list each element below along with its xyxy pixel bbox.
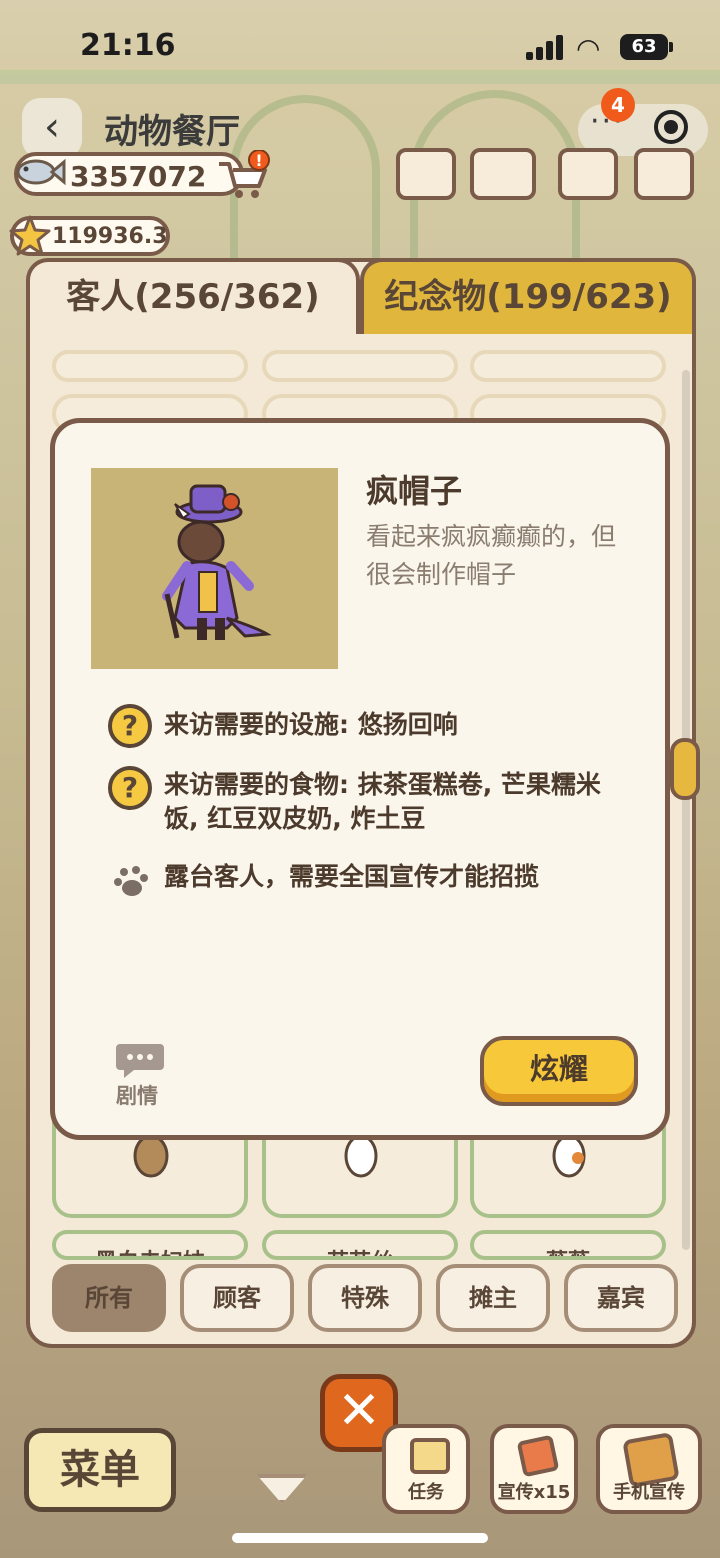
phone-promo-button[interactable]: 手机宣传 bbox=[596, 1424, 702, 1514]
guest-card-name: 薇薇 bbox=[474, 1244, 662, 1256]
promo-label: 宣传x15 bbox=[497, 1482, 571, 1503]
guest-card-name: 黑白夫妇妹 bbox=[56, 1244, 244, 1256]
phone-promo-label: 手机宣传 bbox=[613, 1482, 685, 1503]
question-icon: ? bbox=[108, 704, 152, 748]
promo-card-icon bbox=[516, 1434, 560, 1478]
signal-icon bbox=[526, 34, 566, 60]
scrollbar-track[interactable] bbox=[682, 370, 690, 1250]
book-icon[interactable] bbox=[470, 148, 536, 200]
chevron-left-icon: ‹ bbox=[44, 104, 60, 150]
app-title: 动物餐厅 bbox=[104, 112, 240, 152]
facility-requirement: 来访需要的设施: 悠扬回响 bbox=[164, 710, 458, 739]
map-icon[interactable] bbox=[634, 148, 694, 200]
guest-card[interactable]: 苏苏丝 bbox=[262, 1230, 458, 1260]
star-currency[interactable]: 119936.3 bbox=[9, 215, 170, 256]
filter-guests-of-honor[interactable]: 嘉宾 bbox=[564, 1264, 678, 1332]
guest-card[interactable]: 黑白夫妇妹 bbox=[52, 1230, 248, 1260]
battery-icon: 63 bbox=[620, 34, 673, 60]
food-requirement: 来访需要的食物: 抹茶蛋糕卷, 芒果糯米饭, 红豆双皮奶, 炸土豆 bbox=[164, 770, 601, 833]
filter-all[interactable]: 所有 bbox=[52, 1264, 166, 1332]
star-amount: 119936.3 bbox=[52, 224, 168, 249]
status-time: 21:16 bbox=[80, 28, 176, 63]
svg-text:!: ! bbox=[255, 151, 262, 170]
question-icon: ? bbox=[108, 766, 152, 810]
fish-amount: 3357072 bbox=[70, 160, 207, 193]
mad-hatter-illustration bbox=[162, 484, 272, 640]
guest-card-name: 苏苏丝 bbox=[266, 1244, 454, 1256]
guest-card[interactable]: 薇薇 bbox=[470, 1230, 666, 1260]
filter-special[interactable]: 特殊 bbox=[308, 1264, 422, 1332]
back-button[interactable]: ‹ bbox=[22, 98, 82, 158]
task-label: 任务 bbox=[408, 1482, 444, 1503]
scrollbar-thumb[interactable] bbox=[670, 738, 700, 800]
tab-souvenirs[interactable]: 纪念物(199/623) bbox=[360, 258, 696, 334]
menu-button[interactable]: 菜单 bbox=[24, 1428, 176, 1512]
story-label[interactable]: 剧情 bbox=[116, 1080, 158, 1110]
guest-name: 疯帽子 bbox=[366, 472, 463, 510]
tab-guests[interactable]: 客人(256/362) bbox=[26, 258, 360, 334]
newspaper-icon[interactable] bbox=[396, 148, 456, 200]
promo-button[interactable]: 宣传x15 bbox=[490, 1424, 578, 1514]
guest-card[interactable] bbox=[470, 350, 666, 382]
guest-description: 看起来疯疯癫癫的，但很会制作帽子 bbox=[366, 522, 617, 589]
checklist-icon bbox=[410, 1438, 450, 1474]
close-miniapp-icon[interactable] bbox=[654, 110, 688, 144]
filter-customers[interactable]: 顾客 bbox=[180, 1264, 294, 1332]
terrace-guest-note: 露台客人，需要全国宣传才能招揽 bbox=[164, 862, 540, 891]
task-button[interactable]: 任务 bbox=[382, 1424, 470, 1514]
speech-bubble-icon[interactable] bbox=[116, 1040, 164, 1078]
star-icon bbox=[9, 215, 51, 256]
fish-icon bbox=[16, 158, 66, 186]
wifi-icon: ◠ bbox=[576, 32, 601, 65]
home-indicator[interactable] bbox=[232, 1533, 488, 1543]
status-bar: 21:16 ◠ 63 bbox=[0, 0, 720, 90]
guest-card[interactable] bbox=[262, 350, 458, 382]
filter-vendors[interactable]: 摊主 bbox=[436, 1264, 550, 1332]
guest-card[interactable] bbox=[52, 350, 248, 382]
paw-icon bbox=[114, 866, 148, 896]
shop-cart-icon[interactable]: ! bbox=[215, 150, 271, 202]
show-off-button[interactable]: 炫耀 bbox=[480, 1036, 638, 1106]
notification-badge: 4 bbox=[601, 88, 635, 122]
guest-portrait bbox=[91, 468, 338, 669]
fish-currency[interactable]: 3357072 bbox=[14, 152, 244, 196]
gift-box-icon[interactable] bbox=[558, 148, 618, 200]
